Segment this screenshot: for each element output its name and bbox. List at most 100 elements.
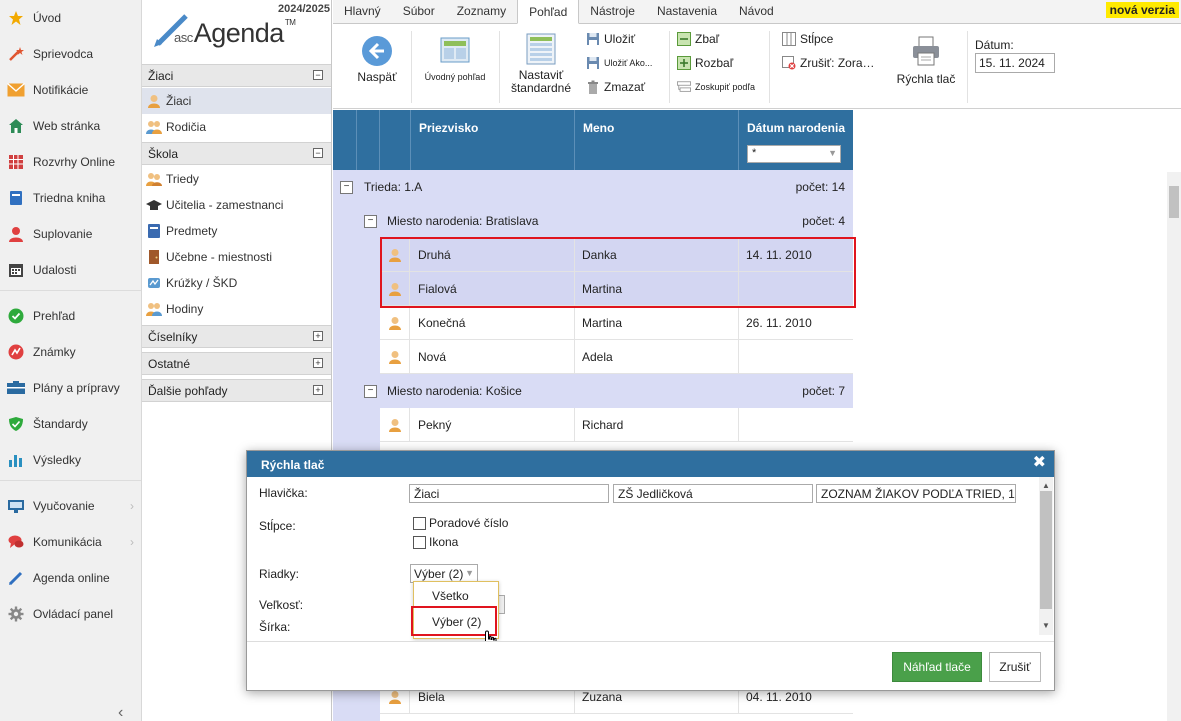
header-field-1[interactable]: Žiaci [409, 484, 609, 503]
subnav-item-rodicia[interactable]: Rodičia [142, 114, 331, 140]
table-row[interactable]: Druhá Danka 14. 11. 2010 [380, 238, 853, 272]
parents-icon [146, 119, 162, 135]
nav-vyucovanie[interactable]: Vyučovanie › [0, 491, 142, 521]
set-default-button[interactable]: Nastaviť štandardné [507, 33, 575, 95]
new-version-badge[interactable]: nová verzia [1105, 2, 1179, 18]
columns-button[interactable]: Stĺpce [782, 29, 833, 49]
nav-web-stranka[interactable]: Web stránka [0, 111, 142, 141]
scrollbar-thumb[interactable] [1169, 186, 1179, 218]
quick-print-dialog: Rýchla tlač ✖ Hlavička: Žiaci ZŠ Jedličk… [246, 450, 1055, 691]
subnav-item-triedy[interactable]: Triedy [142, 166, 331, 192]
subnav-item-hodiny[interactable]: Hodiny [142, 296, 331, 322]
delete-button[interactable]: Zmazať [586, 77, 645, 97]
scroll-down-icon[interactable]: ▼ [1042, 621, 1050, 630]
collapse-toggle[interactable]: − [313, 148, 323, 158]
dialog-title: Rýchla tlač ✖ [247, 451, 1054, 477]
header-field-3[interactable]: ZOZNAM ŽIAKOV PODĽA TRIED, 1 [816, 484, 1016, 503]
page-scrollbar[interactable] [1167, 172, 1181, 721]
collapse-toggle[interactable]: − [313, 70, 323, 80]
cancel-sort-button[interactable]: Zrušiť: Zora… [782, 53, 875, 73]
quick-print-button[interactable]: Rýchla tlač [891, 35, 961, 86]
cancel-button[interactable]: Zrušiť [989, 652, 1041, 682]
table-row[interactable]: Pekný Richard [380, 408, 853, 442]
collapse-toggle[interactable]: − [364, 385, 377, 398]
bar-chart-icon [7, 451, 25, 469]
home-view-button[interactable]: Úvodný pohľad [417, 37, 493, 84]
save-button[interactable]: Uložiť [586, 29, 635, 49]
group-by-button[interactable]: Zoskupiť podľa [677, 77, 755, 97]
nav-triedna-kniha[interactable]: Triedna kniha [0, 183, 142, 213]
collapse-icon [677, 32, 691, 46]
nav-agenda-online[interactable]: Agenda online [0, 563, 142, 593]
column-name-header[interactable]: Meno [575, 110, 739, 170]
nav-uvod[interactable]: Úvod [0, 3, 142, 33]
section-ostatne[interactable]: Ostatné + [142, 352, 331, 375]
expand-toggle[interactable]: + [313, 331, 323, 341]
nav-komunikacia[interactable]: Komunikácia › [0, 527, 142, 557]
ribbon-toolbar: Naspäť Úvodný pohľad Nastaviť štandardné… [333, 25, 1181, 109]
header-field-2[interactable]: ZŠ Jedličková [613, 484, 813, 503]
student-icon [146, 93, 162, 109]
club-icon [146, 275, 162, 291]
section-skola[interactable]: Škola − [142, 142, 331, 165]
scroll-up-icon[interactable]: ▲ [1042, 481, 1050, 490]
chevron-down-icon: ▼ [465, 568, 474, 578]
section-dalsie-pohlady[interactable]: Ďalšie pohľady + [142, 379, 331, 402]
table-row[interactable]: Nová Adela [380, 340, 853, 374]
save-as-button[interactable]: Uložiť Ako... [586, 53, 652, 73]
tab-nastroje[interactable]: Nástroje [579, 0, 646, 23]
scrollbar-thumb[interactable] [1040, 491, 1052, 609]
nav-prehlad[interactable]: Prehľad [0, 301, 142, 331]
nav-standardy[interactable]: Štandardy [0, 409, 142, 439]
ordinal-number-checkbox[interactable]: Poradové číslo [413, 516, 508, 530]
printer-icon [913, 36, 939, 66]
dropdown-option-all[interactable]: Všetko [414, 584, 498, 608]
nav-znamky[interactable]: Známky [0, 337, 142, 367]
icon-checkbox[interactable]: Ikona [413, 535, 458, 549]
tab-hlavny[interactable]: Hlavný [333, 0, 392, 23]
subnav-item-kruzky[interactable]: Krúžky / ŠKD [142, 270, 331, 296]
close-icon[interactable]: ✖ [1033, 455, 1046, 471]
subnav-item-ziaci[interactable]: Žiaci [142, 88, 331, 114]
nav-plany-pripravy[interactable]: Plány a prípravy [0, 373, 142, 403]
expand-button[interactable]: Rozbaľ [677, 53, 733, 73]
tab-navod[interactable]: Návod [728, 0, 785, 23]
nav-sprievodca[interactable]: Sprievodca [0, 39, 142, 69]
chat-icon [7, 533, 25, 551]
nav-vysledky[interactable]: Výsledky [0, 445, 142, 475]
table-row[interactable]: Fialová Martina [380, 272, 853, 306]
pen-icon [7, 569, 25, 587]
dialog-scrollbar[interactable]: ▲ ▼ [1039, 477, 1053, 635]
subnav-item-ucebne[interactable]: Učebne - miestnosti [142, 244, 331, 270]
tab-nastavenia[interactable]: Nastavenia [646, 0, 728, 23]
expand-toggle[interactable]: + [313, 385, 323, 395]
nav-udalosti[interactable]: Udalosti [0, 255, 142, 285]
section-ciselniky[interactable]: Číselníky + [142, 325, 331, 348]
chevron-down-icon: ▼ [828, 148, 837, 158]
section-ziaci[interactable]: Žiaci − [142, 64, 331, 87]
nav-notifikacie[interactable]: Notifikácie [0, 75, 142, 105]
dialog-body: Hlavička: Žiaci ZŠ Jedličková ZOZNAM ŽIA… [247, 477, 1054, 641]
column-surname-header[interactable]: Priezvisko [411, 110, 575, 170]
nav-rozvrhy-online[interactable]: Rozvrhy Online [0, 147, 142, 177]
nav-ovladaci-panel[interactable]: Ovládací panel [0, 599, 142, 629]
date-input[interactable]: 15. 11. 2024 [975, 53, 1055, 73]
person-swap-icon [7, 225, 25, 243]
expand-toggle[interactable]: + [313, 358, 323, 368]
hours-icon [146, 301, 162, 317]
home-view-icon [440, 37, 470, 63]
back-button[interactable]: Naspäť [351, 35, 403, 84]
collapse-toggle[interactable]: − [340, 181, 353, 194]
table-row[interactable]: Konečná Martina 26. 11. 2010 [380, 306, 853, 340]
dob-filter-select[interactable]: * ▼ [747, 145, 841, 163]
tab-zoznamy[interactable]: Zoznamy [446, 0, 517, 23]
collapse-toggle[interactable]: − [364, 215, 377, 228]
tab-subor[interactable]: Súbor [392, 0, 446, 23]
nav-suplovanie[interactable]: Suplovanie [0, 219, 142, 249]
subnav-item-ucitelia[interactable]: Učitelia - zamestnanci [142, 192, 331, 218]
tab-pohlad[interactable]: Pohľad [517, 0, 580, 24]
collapse-button[interactable]: Zbaľ [677, 29, 719, 49]
print-preview-button[interactable]: Náhľad tlače [892, 652, 982, 682]
collapse-nav-icon[interactable]: ‹ [118, 704, 123, 721]
subnav-item-predmety[interactable]: Predmety [142, 218, 331, 244]
